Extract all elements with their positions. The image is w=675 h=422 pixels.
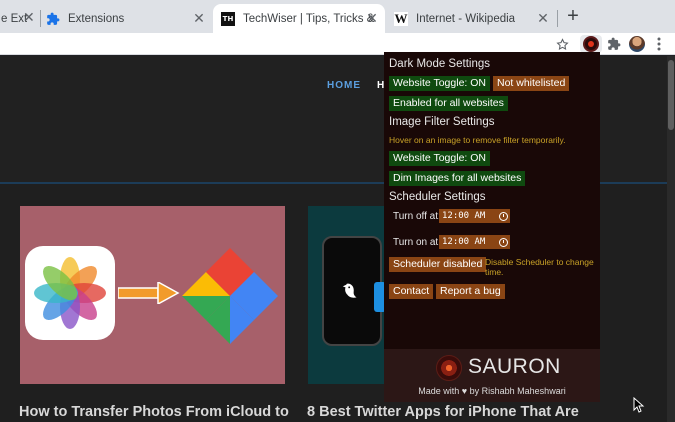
tab-title: TechWiser | Tips, Tricks & How <box>243 12 375 25</box>
sauron-extension-icon <box>583 36 599 52</box>
image-filter-hint: Hover on an image to remove filter tempo… <box>389 135 566 145</box>
dark-mode-website-toggle[interactable]: Website Toggle: ON <box>389 76 490 91</box>
tab-title: Internet - Wikipedia <box>416 12 516 25</box>
turn-on-time-value: 12:00 AM <box>442 237 486 247</box>
arrow-icon <box>118 282 180 304</box>
credits-text: Made with ♥ by Rishabh Maheshwari <box>418 386 566 396</box>
article-thumbnail[interactable] <box>20 206 285 384</box>
image-filter-website-toggle[interactable]: Website Toggle: ON <box>389 151 490 166</box>
tab-separator <box>40 10 41 27</box>
new-tab-button[interactable]: + <box>562 6 584 28</box>
brand-name: SAURON <box>468 355 561 378</box>
scheduler-hint-line1: Disable Scheduler to change <box>485 257 594 267</box>
tab-separator <box>557 10 558 27</box>
article-thumbnail[interactable] <box>308 206 386 384</box>
scrollbar-thumb[interactable] <box>668 60 674 130</box>
turn-off-label: Turn off at: <box>393 211 441 222</box>
tab-extensions[interactable]: Extensions ✕ <box>46 4 212 33</box>
techwiser-favicon: TH <box>221 11 235 26</box>
bird-icon <box>342 283 357 298</box>
phone-image <box>322 236 386 346</box>
turn-off-time-input[interactable]: 12:00 AM <box>439 209 510 223</box>
nav-home-link[interactable]: HOME <box>327 80 361 91</box>
turn-on-time-input[interactable]: 12:00 AM <box>439 235 510 249</box>
dark-mode-all-websites-toggle[interactable]: Enabled for all websites <box>389 96 508 111</box>
profile-avatar[interactable] <box>628 35 646 53</box>
clock-icon[interactable] <box>499 237 508 247</box>
whitelist-button[interactable]: Not whitelisted <box>493 76 570 91</box>
turn-on-label: Turn on at: <box>393 237 441 248</box>
tab-techwiser[interactable]: TH TechWiser | Tips, Tricks & How ✕ <box>213 4 385 33</box>
dark-mode-heading: Dark Mode Settings <box>389 58 490 70</box>
star-icon[interactable] <box>555 35 569 53</box>
turn-off-time-value: 12:00 AM <box>442 211 486 221</box>
tab-strip: e Ext ✕ Extensions ✕ TH TechWiser | Tips… <box>0 0 675 33</box>
scheduler-hint-line2: time. <box>485 267 504 277</box>
mouse-cursor-icon <box>633 397 645 413</box>
dim-images-toggle[interactable]: Dim Images for all websites <box>389 171 526 186</box>
tab-title: Extensions <box>68 12 125 25</box>
avatar <box>629 36 645 52</box>
article-title-link[interactable]: How to Transfer Photos From iCloud to <box>19 404 289 420</box>
clock-icon[interactable] <box>499 211 508 221</box>
puzzle-icon[interactable] <box>606 35 622 53</box>
wikipedia-favicon: W <box>394 10 408 26</box>
close-icon[interactable]: ✕ <box>536 11 550 25</box>
puzzle-icon <box>46 12 60 26</box>
menu-dots-icon[interactable] <box>654 35 664 53</box>
sauron-eye-logo-icon <box>436 355 462 381</box>
sauron-extension-button[interactable] <box>580 35 602 53</box>
close-icon[interactable]: ✕ <box>192 11 206 25</box>
close-icon[interactable]: ✕ <box>23 10 35 24</box>
sauron-popup: Dark Mode Settings Website Toggle: ON No… <box>384 52 600 402</box>
article-title-link[interactable]: 8 Best Twitter Apps for iPhone That Are <box>307 404 579 420</box>
report-bug-button[interactable]: Report a bug <box>436 284 505 299</box>
contact-button[interactable]: Contact <box>389 284 434 299</box>
google-photos-icon <box>182 248 278 344</box>
popup-footer: SAURON Made with ♥ by Rishabh Maheshwari <box>384 349 600 402</box>
tab-wikipedia[interactable]: W Internet - Wikipedia ✕ <box>386 4 556 33</box>
scheduler-heading: Scheduler Settings <box>389 191 486 203</box>
close-icon[interactable]: ✕ <box>365 11 379 25</box>
photos-app-icon <box>25 246 115 340</box>
page-scrollbar[interactable] <box>667 56 675 422</box>
image-filter-heading: Image Filter Settings <box>389 116 495 128</box>
scheduler-disabled-button[interactable]: Scheduler disabled <box>389 257 487 272</box>
